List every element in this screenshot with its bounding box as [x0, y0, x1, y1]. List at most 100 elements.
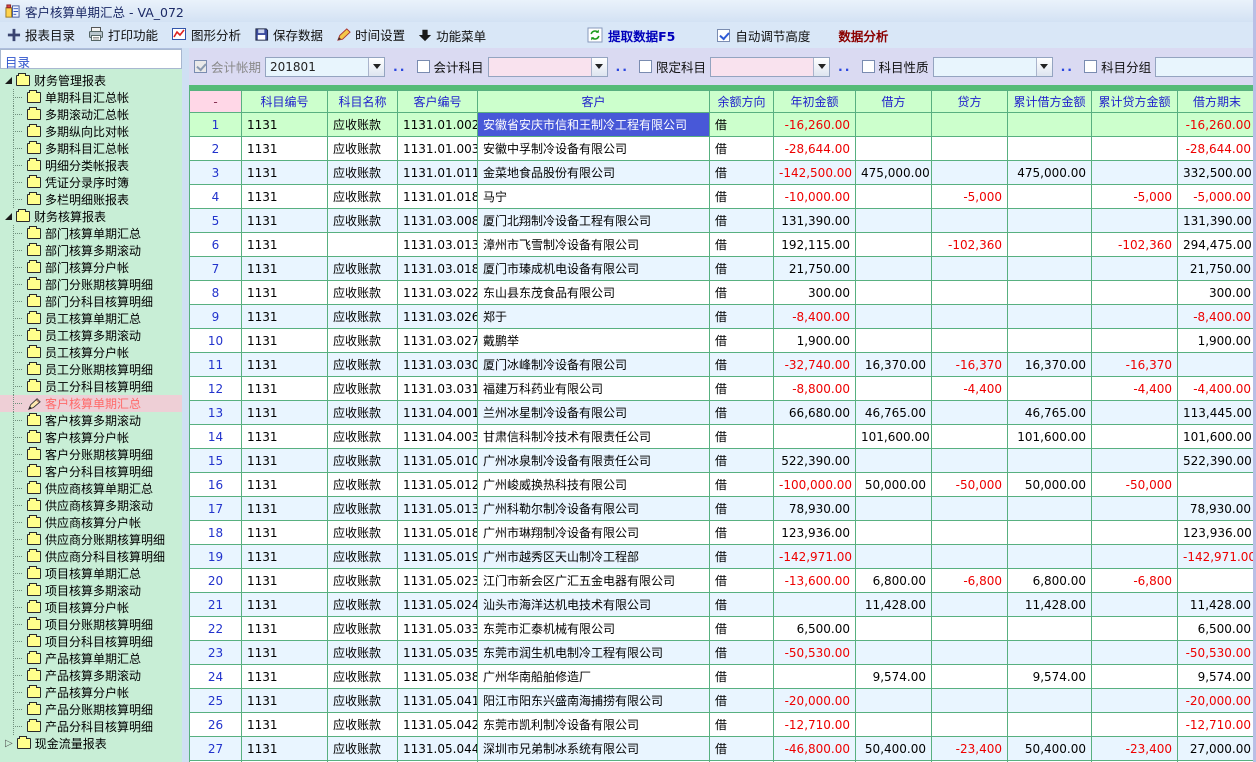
amount-cell[interactable]: [1092, 689, 1178, 713]
amount-cell[interactable]: [1008, 185, 1092, 209]
amount-cell[interactable]: [1092, 329, 1178, 353]
cell[interactable]: 应收账款: [328, 449, 398, 473]
amount-cell[interactable]: [1008, 257, 1092, 281]
customer-cell[interactable]: 深圳市兄弟制冰系统有限公司: [478, 737, 710, 761]
cell[interactable]: 应收账款: [328, 545, 398, 569]
amount-cell[interactable]: [774, 593, 856, 617]
cell[interactable]: 借: [710, 665, 774, 689]
cell[interactable]: 应收账款: [328, 641, 398, 665]
tree-item[interactable]: 项目分科目核算明细: [0, 633, 182, 650]
expander-expanded-icon[interactable]: [5, 77, 12, 84]
filter-checkbox-accounting-subject[interactable]: [417, 60, 430, 73]
cell[interactable]: 1131: [242, 713, 328, 737]
cell[interactable]: 1131: [242, 473, 328, 497]
amount-cell[interactable]: 27,000.00: [1178, 737, 1254, 761]
amount-cell[interactable]: [932, 209, 1008, 233]
tree-root-item[interactable]: ▷现金流量报表: [0, 735, 182, 752]
cell[interactable]: 1131: [242, 665, 328, 689]
tree-item[interactable]: 供应商分账期核算明细: [0, 531, 182, 548]
amount-cell[interactable]: [1092, 617, 1178, 641]
amount-cell[interactable]: 6,800.00: [1008, 569, 1092, 593]
row-number-cell[interactable]: 17: [190, 497, 242, 521]
cell[interactable]: 应收账款: [328, 521, 398, 545]
customer-cell[interactable]: 汕头市海洋达机电技术有限公司: [478, 593, 710, 617]
amount-cell[interactable]: [1092, 113, 1178, 137]
filter-combobox-limit-subject[interactable]: [710, 57, 830, 77]
lookup-dots-button-limit-subject[interactable]: ..: [838, 59, 852, 74]
combobox-value[interactable]: [1156, 58, 1253, 76]
amount-cell[interactable]: 21,750.00: [1178, 257, 1254, 281]
cell[interactable]: 1131: [242, 641, 328, 665]
tree-item[interactable]: 项目分账期核算明细: [0, 616, 182, 633]
combobox-value[interactable]: [711, 58, 813, 76]
amount-cell[interactable]: [1092, 281, 1178, 305]
cell[interactable]: 1131: [242, 377, 328, 401]
cell[interactable]: 1131: [242, 569, 328, 593]
cell[interactable]: 1131.05.019: [398, 545, 478, 569]
customer-cell[interactable]: 阳江市阳东兴盛南海捕捞有限公司: [478, 689, 710, 713]
cell[interactable]: 1131.03.030: [398, 353, 478, 377]
customer-cell[interactable]: 金菜地食品股份有限公司: [478, 161, 710, 185]
amount-cell[interactable]: [1008, 713, 1092, 737]
amount-cell[interactable]: 475,000.00: [1008, 161, 1092, 185]
customer-cell[interactable]: 江门市新会区广汇五金电器有限公司: [478, 569, 710, 593]
cell[interactable]: 1131.03.026: [398, 305, 478, 329]
cell[interactable]: 借: [710, 161, 774, 185]
amount-cell[interactable]: 9,574.00: [1008, 665, 1092, 689]
amount-cell[interactable]: -46,800.00: [774, 737, 856, 761]
amount-cell[interactable]: -50,000: [1092, 473, 1178, 497]
extract-data-button[interactable]: 提取数据F5: [587, 26, 675, 45]
amount-cell[interactable]: -142,971.00: [774, 545, 856, 569]
amount-cell[interactable]: [1092, 641, 1178, 665]
cell[interactable]: 应收账款: [328, 353, 398, 377]
amount-cell[interactable]: -50,530.00: [1178, 641, 1254, 665]
tree-item[interactable]: 部门核算分户帐: [0, 259, 182, 276]
amount-cell[interactable]: -102,360: [1092, 233, 1178, 257]
amount-cell[interactable]: 11,428.00: [1008, 593, 1092, 617]
data-analysis-button[interactable]: 数据分析: [838, 26, 888, 45]
cell[interactable]: 借: [710, 473, 774, 497]
cell[interactable]: 应收账款: [328, 473, 398, 497]
amount-cell[interactable]: [1008, 497, 1092, 521]
amount-cell[interactable]: -8,400.00: [774, 305, 856, 329]
tree-item[interactable]: 客户分账期核算明细: [0, 446, 182, 463]
cell[interactable]: 应收账款: [328, 281, 398, 305]
cell[interactable]: 1131: [242, 545, 328, 569]
combobox-value[interactable]: [934, 58, 1036, 76]
row-number-cell[interactable]: 25: [190, 689, 242, 713]
cell[interactable]: 应收账款: [328, 569, 398, 593]
tree-item[interactable]: 多栏明细账报表: [0, 191, 182, 208]
row-number-cell[interactable]: 23: [190, 641, 242, 665]
toolbar-button-function-menu[interactable]: 功能菜单: [418, 26, 486, 45]
cell[interactable]: 1131.05.013: [398, 497, 478, 521]
tree-item[interactable]: 项目核算分户帐: [0, 599, 182, 616]
amount-cell[interactable]: [1092, 305, 1178, 329]
customer-cell[interactable]: 东山县东茂食品有限公司: [478, 281, 710, 305]
tree-item[interactable]: 凭证分录序时簿: [0, 174, 182, 191]
customer-cell[interactable]: 厦门北翔制冷设备工程有限公司: [478, 209, 710, 233]
cell[interactable]: 1131.03.022: [398, 281, 478, 305]
cell[interactable]: 借: [710, 425, 774, 449]
customer-cell[interactable]: 广州华南船舶修造厂: [478, 665, 710, 689]
amount-cell[interactable]: [932, 497, 1008, 521]
cell[interactable]: 借: [710, 449, 774, 473]
cell[interactable]: 借: [710, 641, 774, 665]
amount-cell[interactable]: [1008, 545, 1092, 569]
amount-cell[interactable]: [1008, 617, 1092, 641]
tree-item[interactable]: 员工核算单期汇总: [0, 310, 182, 327]
combobox-value[interactable]: 201801: [266, 58, 368, 76]
amount-cell[interactable]: [856, 185, 932, 209]
cell[interactable]: 1131.03.018: [398, 257, 478, 281]
amount-cell[interactable]: -28,644.00: [1178, 137, 1254, 161]
amount-cell[interactable]: [932, 257, 1008, 281]
amount-cell[interactable]: 16,370.00: [1008, 353, 1092, 377]
toolbar-button-time-settings[interactable]: 时间设置: [336, 25, 405, 44]
amount-cell[interactable]: -50,530.00: [774, 641, 856, 665]
cell[interactable]: 1131: [242, 689, 328, 713]
amount-cell[interactable]: 300.00: [1178, 281, 1254, 305]
cell[interactable]: 1131.04.003: [398, 425, 478, 449]
row-number-cell[interactable]: 5: [190, 209, 242, 233]
cell[interactable]: 1131: [242, 113, 328, 137]
amount-cell[interactable]: [932, 641, 1008, 665]
cell[interactable]: 1131: [242, 401, 328, 425]
